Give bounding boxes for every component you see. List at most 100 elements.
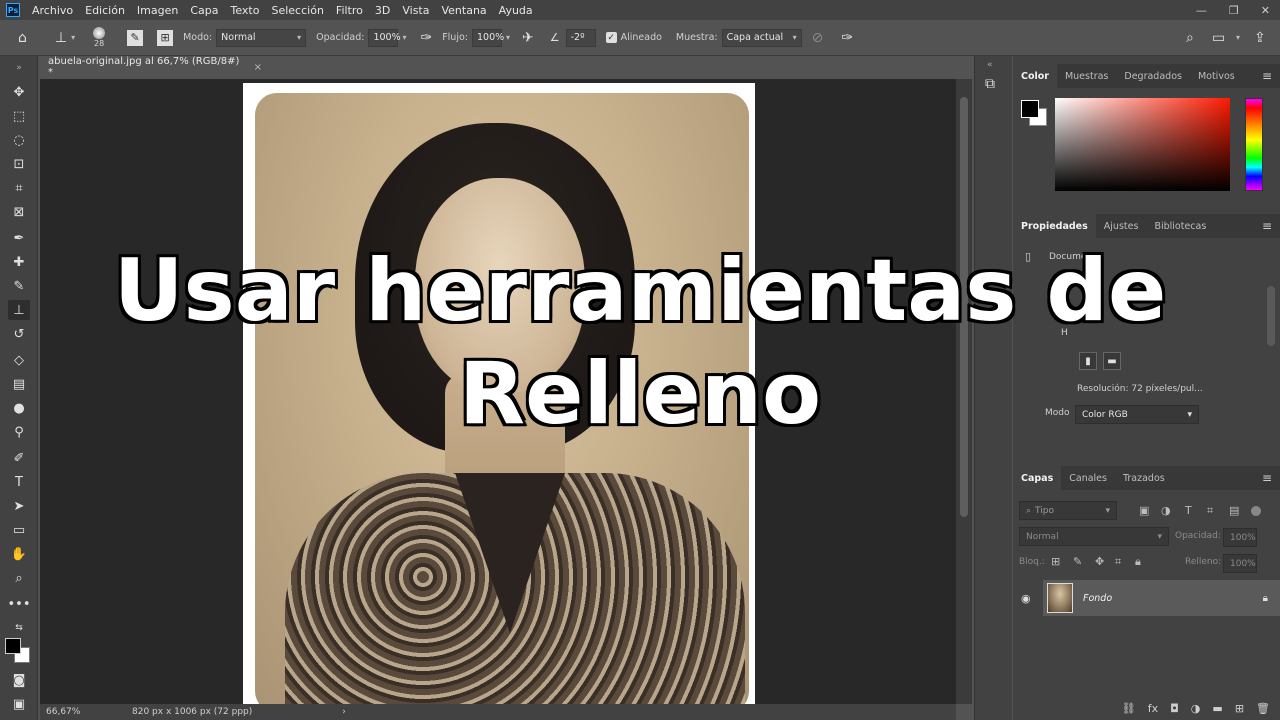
tab-capas[interactable]: Capas [1013,466,1062,490]
landscape-orientation-button[interactable]: ▬ [1103,352,1121,370]
filter-toggle-icon[interactable] [1251,506,1261,516]
search-icon[interactable]: ⌕ [1186,30,1194,46]
eraser-tool-icon[interactable]: ◇ [8,350,30,370]
aligned-checkbox[interactable]: ✓ [605,32,617,43]
zoom-tool-icon[interactable]: ⌕ [8,568,30,588]
scrollbar-thumb[interactable] [960,97,968,517]
hue-slider[interactable] [1245,98,1263,191]
opacity-input[interactable]: 100% [368,28,401,47]
foreground-color-swatch[interactable] [5,638,21,654]
lock-all-icon[interactable]: 🔒︎ [1135,555,1141,569]
chevron-down-icon[interactable]: ▾ [402,33,406,42]
menu-capa[interactable]: Capa [184,4,224,17]
zoom-level[interactable]: 66,67% [46,707,126,717]
lock-icon[interactable]: 🔒︎ [1263,593,1268,604]
restore-button[interactable]: ❐ [1229,4,1239,17]
pressure-opacity-icon[interactable]: ✑ [420,30,432,46]
frame-tool-icon[interactable]: ⊠ [8,202,30,222]
tab-muestras[interactable]: Muestras [1057,64,1116,88]
swap-colors-icon[interactable]: ⇆ [8,618,30,638]
dodge-tool-icon[interactable]: ⚲ [8,422,30,442]
layer-opacity-input[interactable]: 100% [1223,528,1257,547]
gradient-tool-icon[interactable]: ▤ [8,374,30,394]
lock-transparency-icon[interactable]: ⊞ [1051,555,1060,568]
layer-row[interactable]: Fondo 🔒︎ [1043,580,1280,616]
move-tool-icon[interactable]: ✥ [8,82,30,102]
vertical-scrollbar[interactable] [956,79,972,704]
menu-archivo[interactable]: Archivo [26,4,79,17]
blur-tool-icon[interactable]: ● [8,398,30,418]
link-layers-icon[interactable]: ⛓ [1122,702,1136,715]
layer-style-icon[interactable]: fx [1148,702,1158,715]
adjustment-layer-icon[interactable]: ◑ [1191,702,1201,715]
home-icon[interactable]: ⌂ [18,30,27,46]
document-canvas[interactable] [243,83,755,704]
menu-vista[interactable]: Vista [396,4,435,17]
crop-tool-icon[interactable]: ⌗ [8,178,30,198]
layer-name[interactable]: Fondo [1083,593,1112,604]
menu-texto[interactable]: Texto [225,4,266,17]
brush-preset-picker[interactable]: 28 [93,27,106,48]
pressure-size-icon[interactable]: ✑ [841,30,853,46]
minimize-button[interactable]: — [1196,4,1207,17]
collapse-icon[interactable]: » [8,58,30,78]
lock-pixels-icon[interactable]: ✎ [1073,555,1082,568]
tab-ajustes[interactable]: Ajustes [1096,214,1147,238]
clone-stamp-icon[interactable]: ⊥ [55,30,67,46]
clone-stamp-tool-icon[interactable]: ⊥ [8,300,30,320]
panel-menu-icon[interactable]: ≡ [1262,471,1272,485]
history-panel-icon[interactable]: ⧉ [985,76,995,92]
tab-canales[interactable]: Canales [1061,466,1115,490]
type-tool-icon[interactable]: T [8,472,30,492]
new-layer-icon[interactable]: ⊞ [1235,702,1244,715]
quick-select-tool-icon[interactable]: ⊡ [8,154,30,174]
tab-trazados[interactable]: Trazados [1115,466,1173,490]
tab-propiedades[interactable]: Propiedades [1013,214,1096,238]
menu-edicion[interactable]: Edición [79,4,131,17]
clone-source-icon[interactable]: ⊞ [157,29,174,46]
lasso-tool-icon[interactable]: ◌ [8,130,30,150]
more-tools-icon[interactable]: ••• [8,594,31,614]
eyedropper-tool-icon[interactable]: ✒ [8,228,30,248]
chevron-right-icon[interactable]: › [342,707,346,717]
screen-mode-icon[interactable]: ▣ [8,694,30,714]
filter-smart-object-icon[interactable]: ▤ [1229,504,1239,517]
filter-type-icon[interactable]: T [1185,504,1192,517]
history-brush-tool-icon[interactable]: ↺ [8,324,30,344]
document-tab[interactable]: abuela-original.jpg al 66,7% (RGB/8#) * … [40,56,262,78]
filter-pixel-icon[interactable]: ▣ [1139,504,1149,517]
lock-position-icon[interactable]: ✥ [1095,555,1104,568]
close-icon[interactable]: × [254,62,262,73]
chevron-down-icon[interactable]: ▾ [1236,33,1240,42]
hand-tool-icon[interactable]: ✋ [8,544,30,564]
healing-brush-tool-icon[interactable]: ✚ [8,252,30,272]
visibility-eye-icon[interactable]: ◉ [1021,592,1031,605]
new-group-icon[interactable]: ▬ [1212,702,1222,715]
tab-color[interactable]: Color [1013,64,1057,88]
workspace-icon[interactable]: ▭ [1212,30,1225,46]
add-mask-icon[interactable]: ◘ [1170,702,1179,715]
tab-bibliotecas[interactable]: Bibliotecas [1146,214,1214,238]
brush-settings-icon[interactable]: ✎ [127,29,144,46]
blend-mode-select[interactable]: Normal ▾ [1019,527,1169,546]
menu-seleccion[interactable]: Selección [265,4,329,17]
filter-shape-icon[interactable]: ⌗ [1207,504,1213,518]
sample-select[interactable]: Capa actual ▾ [721,28,802,47]
canvas-area[interactable] [40,79,956,704]
angle-input[interactable]: -2º [565,28,596,47]
share-icon[interactable]: ⇪ [1254,30,1266,46]
lock-artboard-icon[interactable]: ⌗ [1115,555,1121,569]
filter-adjustment-icon[interactable]: ◑ [1161,504,1171,517]
marquee-tool-icon[interactable]: ⬚ [8,106,30,126]
quick-mask-icon[interactable]: ◙ [8,670,30,690]
panel-menu-icon[interactable]: ≡ [1262,69,1272,83]
airbrush-icon[interactable]: ✈ [522,30,534,46]
menu-filtro[interactable]: Filtro [330,4,369,17]
menu-imagen[interactable]: Imagen [131,4,184,17]
foreground-color-swatch[interactable] [1021,100,1039,118]
properties-scrollbar[interactable] [1267,286,1275,346]
color-mode-select[interactable]: Color RGB ▾ [1075,405,1199,424]
panel-menu-icon[interactable]: ≡ [1262,219,1272,233]
color-field[interactable] [1055,98,1230,191]
layer-filter-select[interactable]: ⌕ Tipo ▾ [1019,501,1117,520]
